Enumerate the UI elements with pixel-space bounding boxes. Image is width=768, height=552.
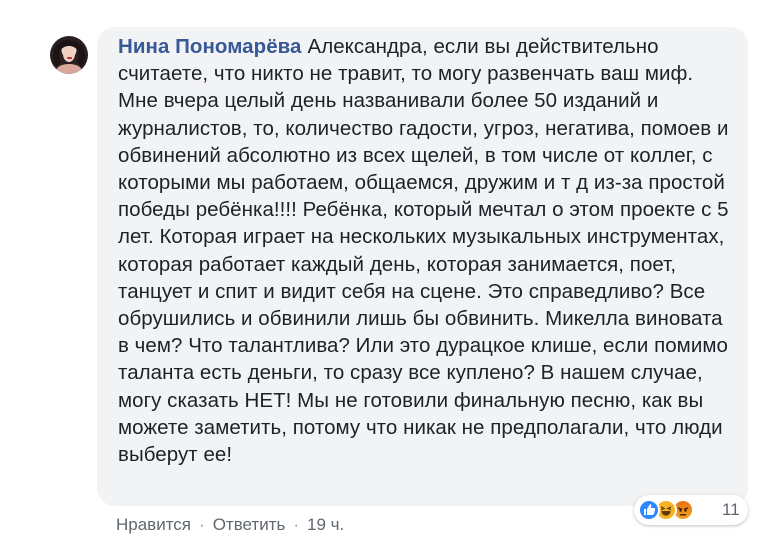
like-icon xyxy=(638,499,660,521)
comment: Нина Пономарёва Александра, если вы дейст… xyxy=(0,0,768,552)
reaction-count: 11 xyxy=(722,500,740,519)
comment-text-block: Нина Пономарёва Александра, если вы дейст… xyxy=(118,33,736,468)
author-name[interactable]: Нина Пономарёва xyxy=(118,35,301,58)
reply-link[interactable]: Ответить xyxy=(213,515,286,534)
avatar-face xyxy=(63,46,75,62)
separator-dot: · xyxy=(199,515,205,534)
timestamp-link[interactable]: 19 ч. xyxy=(307,515,344,534)
avatar[interactable] xyxy=(50,36,88,74)
separator-dot: · xyxy=(293,515,300,534)
comment-actions: Нравится · Ответить · 19 ч. xyxy=(116,514,344,536)
comment-bubble: Нина Пономарёва Александра, если вы дейст… xyxy=(97,27,748,506)
avatar-lips xyxy=(67,57,72,59)
like-link[interactable]: Нравится xyxy=(116,515,191,534)
comment-body: Александра, если вы действительно считае… xyxy=(118,35,729,467)
reactions-summary[interactable]: 11 xyxy=(634,495,748,525)
